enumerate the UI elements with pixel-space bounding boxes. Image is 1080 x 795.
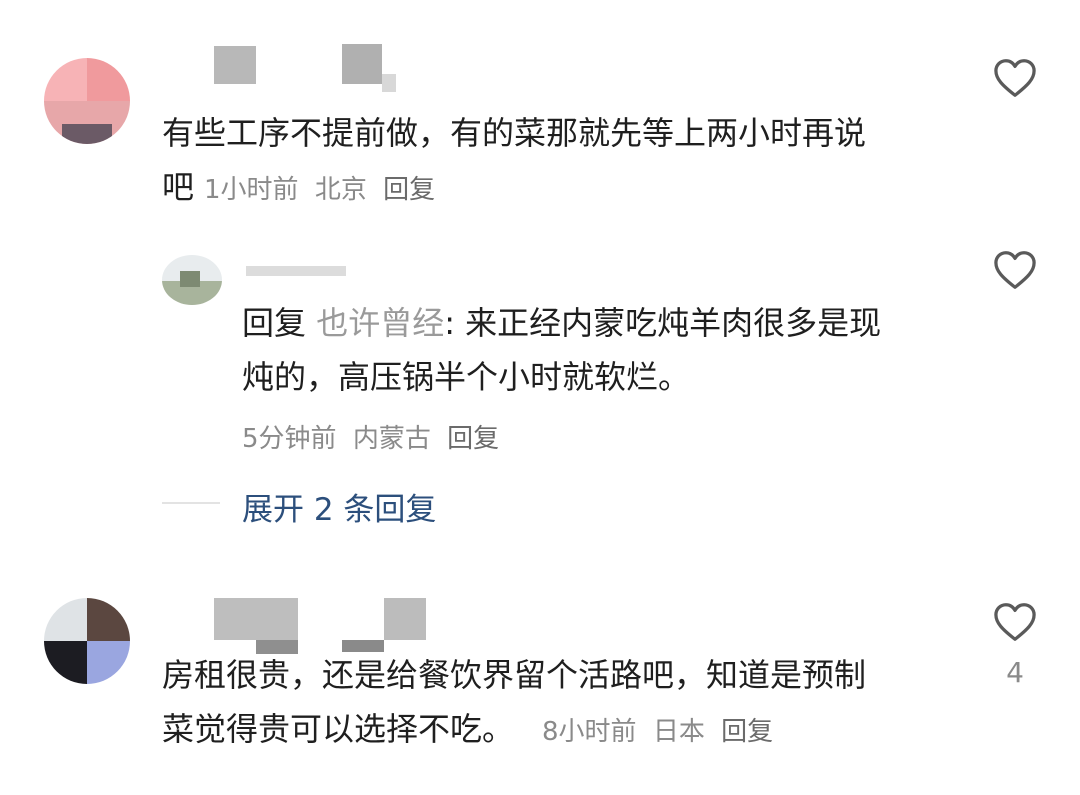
username-redacted[interactable] bbox=[246, 266, 346, 276]
username-redacted bbox=[382, 74, 396, 92]
reply-meta: 5分钟前 内蒙古 回复 bbox=[242, 418, 507, 455]
reply-button[interactable]: 回复 bbox=[383, 175, 435, 205]
avatar[interactable] bbox=[44, 598, 130, 684]
comment-text: 房租很贵，还是给餐饮界留个活路吧，知道是预制 菜觉得贵可以选择不吃。 8小时前 … bbox=[162, 648, 866, 759]
heart-outline-icon[interactable] bbox=[993, 58, 1037, 98]
heart-outline-icon[interactable] bbox=[993, 250, 1037, 290]
comment-text-line: 房租很贵，还是给餐饮界留个活路吧，知道是预制 bbox=[162, 656, 867, 694]
comment-time: 8小时前 bbox=[542, 717, 637, 747]
comment-meta: 1小时前 北京 回复 bbox=[204, 163, 443, 217]
username-redacted[interactable] bbox=[342, 44, 382, 84]
reply-separator: : bbox=[444, 304, 455, 342]
like-count: 4 bbox=[1006, 656, 1024, 689]
comment-time: 1小时前 bbox=[204, 175, 299, 205]
comment-text-line: 有些工序不提前做，有的菜那就先等上两小时再说 bbox=[162, 114, 867, 152]
reply-text-line: 炖的，高压锅半个小时就软烂。 bbox=[242, 358, 691, 396]
comment-text-line: 吧 bbox=[162, 168, 195, 206]
reply-to-user[interactable]: 也许曾经 bbox=[316, 304, 444, 342]
reply-prefix: 回复 bbox=[242, 304, 307, 342]
reply-button[interactable]: 回复 bbox=[721, 717, 773, 747]
reply-time: 5分钟前 bbox=[242, 424, 337, 454]
heart-outline-icon[interactable] bbox=[993, 602, 1037, 642]
expand-replies-button[interactable]: 展开 2 条回复 bbox=[242, 484, 436, 529]
reply-text-line: 来正经内蒙吃炖羊肉很多是现 bbox=[465, 304, 882, 342]
comment-meta: 8小时前 日本 回复 bbox=[542, 705, 781, 759]
username-redacted[interactable] bbox=[214, 46, 256, 84]
comment-location: 日本 bbox=[652, 717, 705, 747]
reply-button[interactable]: 回复 bbox=[447, 424, 499, 454]
reply-text: 回复 也许曾经: 来正经内蒙吃炖羊肉很多是现 炖的，高压锅半个小时就软烂。 bbox=[242, 296, 881, 404]
expand-divider bbox=[162, 502, 220, 504]
username-redacted[interactable] bbox=[384, 598, 426, 640]
comment-text-line: 菜觉得贵可以选择不吃。 bbox=[162, 710, 515, 748]
reply-location: 内蒙古 bbox=[352, 424, 431, 454]
avatar[interactable] bbox=[44, 58, 130, 144]
avatar[interactable] bbox=[162, 255, 222, 305]
username-redacted[interactable] bbox=[214, 598, 298, 640]
comment-location: 北京 bbox=[314, 175, 367, 205]
comment-text: 有些工序不提前做，有的菜那就先等上两小时再说 吧 1小时前 北京 回复 bbox=[162, 106, 866, 217]
